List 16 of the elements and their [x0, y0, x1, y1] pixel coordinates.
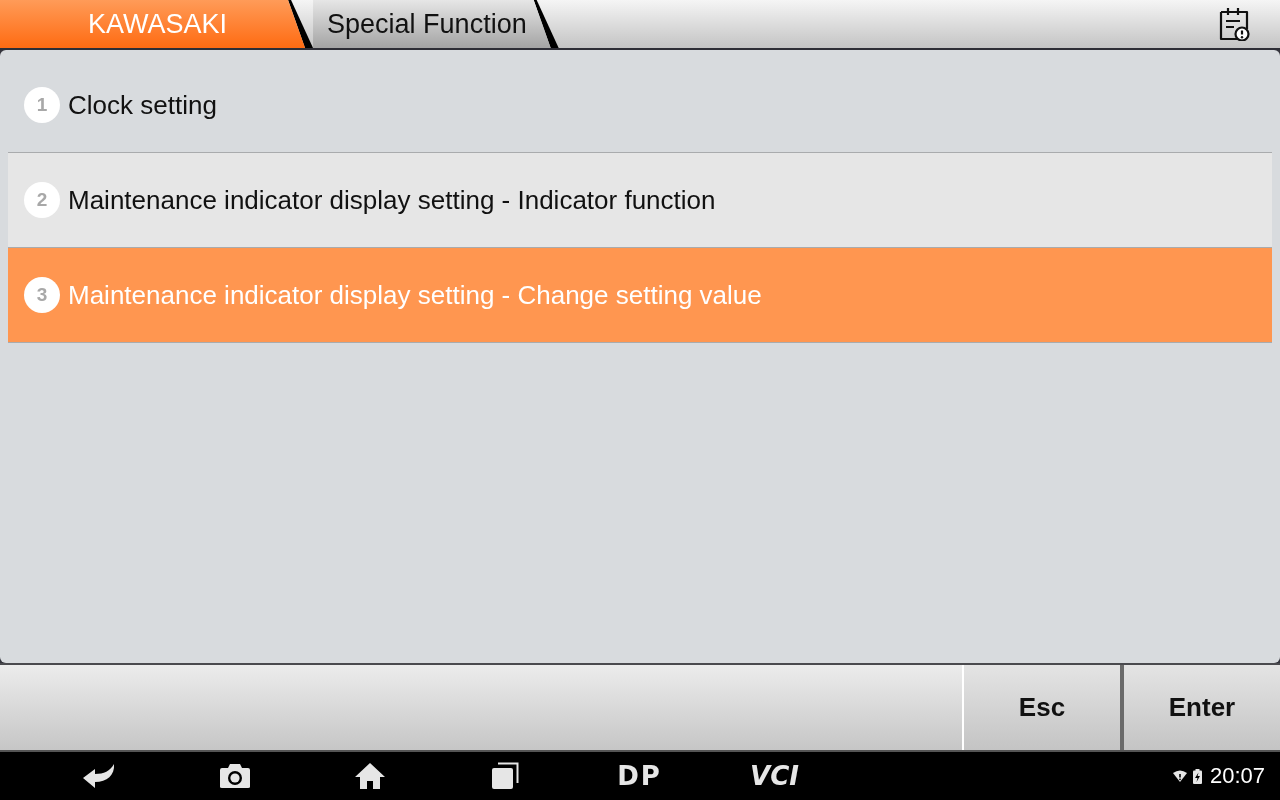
- clock-time: 20:07: [1209, 763, 1265, 789]
- menu-item[interactable]: 2 Maintenance indicator display setting - Indicator function: [8, 153, 1272, 248]
- nav-logo-button[interactable]: DP: [615, 761, 664, 791]
- calendar-alert-icon[interactable]: [1218, 7, 1250, 41]
- item-number: 1: [24, 87, 60, 123]
- battery-charging-icon: [1192, 768, 1202, 784]
- item-number: 2: [24, 182, 60, 218]
- home-icon[interactable]: [353, 762, 386, 790]
- nav-logo-button[interactable]: VCI: [748, 761, 801, 791]
- breadcrumb-tab[interactable]: Special Function: [313, 0, 559, 48]
- recent-apps-icon[interactable]: [490, 762, 519, 790]
- action-button[interactable]: Esc: [962, 665, 1120, 750]
- action-button[interactable]: Enter: [1120, 665, 1280, 750]
- wifi-icon: [1172, 770, 1187, 782]
- item-number: 3: [24, 277, 60, 313]
- camera-icon[interactable]: [218, 763, 251, 789]
